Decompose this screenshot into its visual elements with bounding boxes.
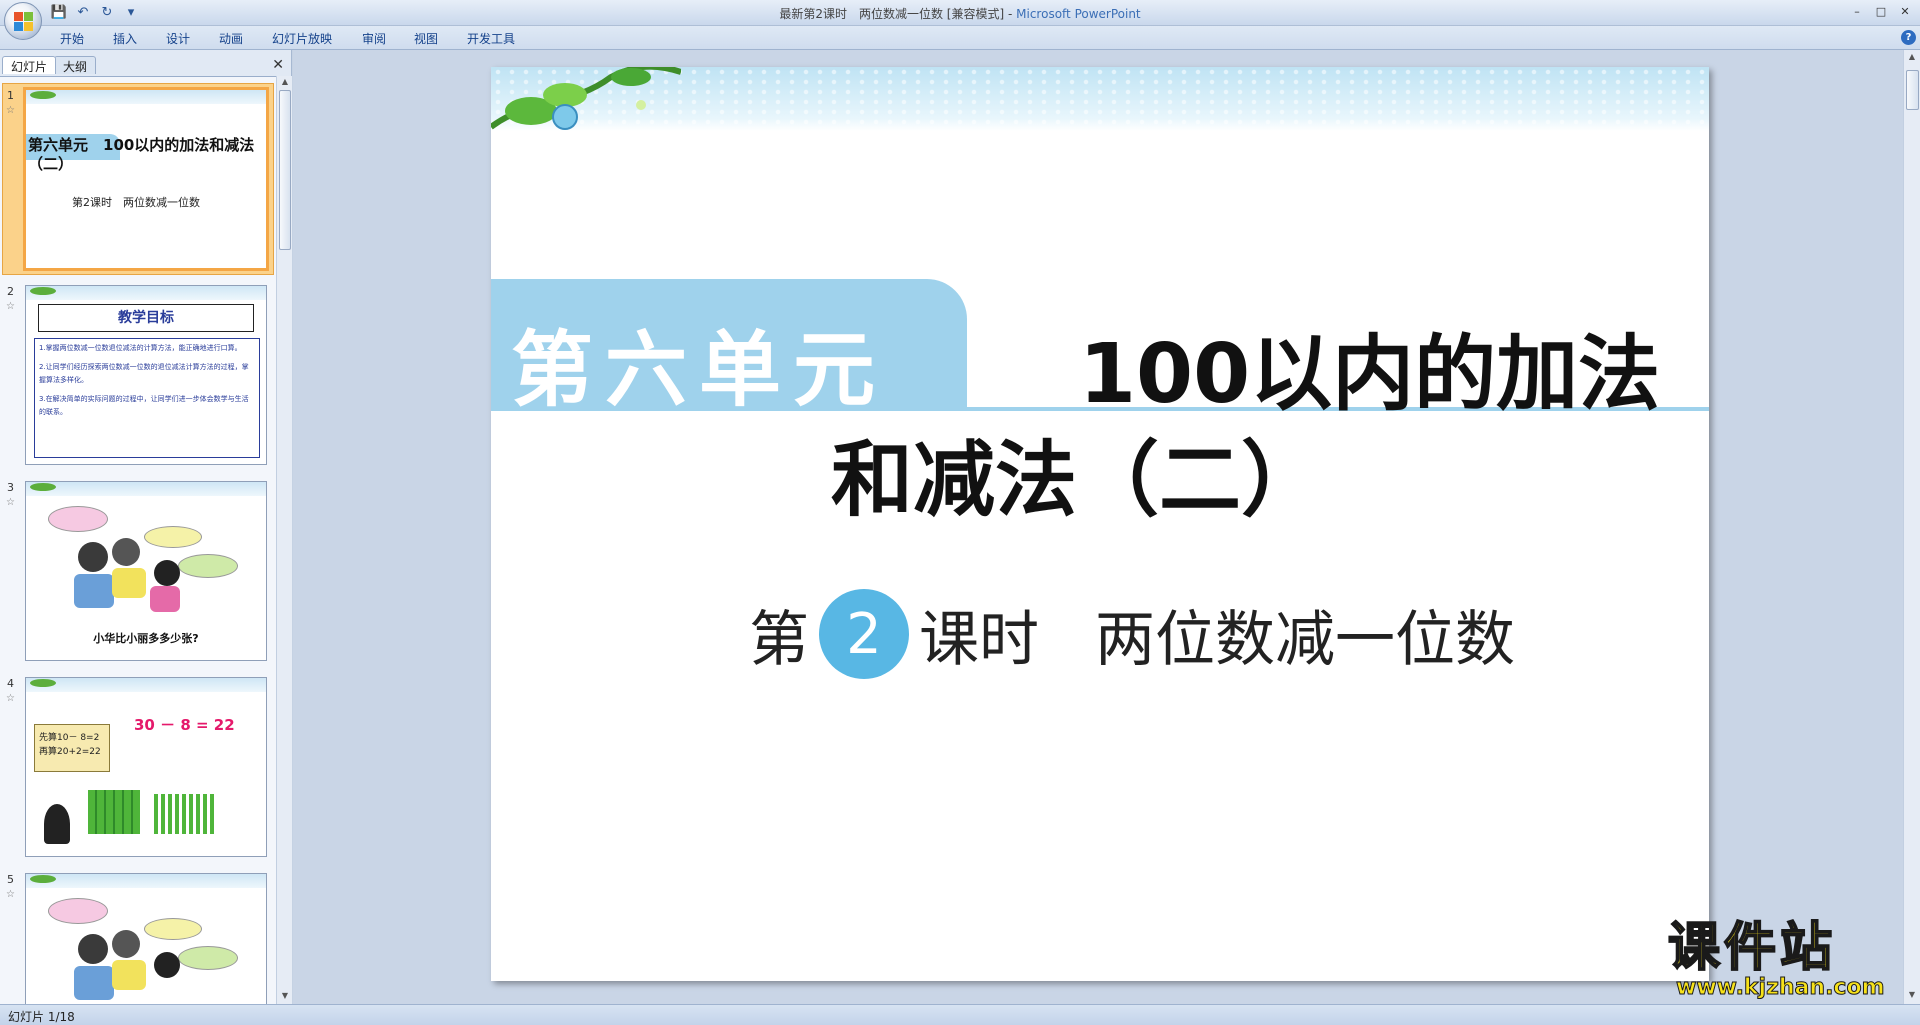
child-figure <box>78 934 108 964</box>
slide-preview: 30 － 8 = 22 先算10－ 8=2 再算20+2=22 <box>25 677 267 857</box>
status-bar: 幻灯片 1/18 <box>0 1004 1920 1025</box>
slide-editing-area: 第六单元 100以内的加法 和减法（二） 第 2 课时 两位数减一位数 ▲ ▼ <box>293 50 1920 1004</box>
animation-star-icon: ☆ <box>6 693 15 704</box>
pane-tabs: 幻灯片 大纲 ✕ <box>0 54 292 74</box>
office-button[interactable] <box>4 2 42 40</box>
tab-insert[interactable]: 插入 <box>113 30 137 47</box>
leaf-icon <box>30 679 56 687</box>
watermark-url: www.kjzhan.com <box>1676 975 1886 1000</box>
tab-slide-show[interactable]: 幻灯片放映 <box>272 30 332 47</box>
minimize-button[interactable]: – <box>1846 2 1868 20</box>
tab-home[interactable]: 开始 <box>60 30 84 47</box>
title-bar: 💾 ↶ ↻ ▾ 最新第2课时 两位数减一位数 [兼容模式] - Microsof… <box>0 0 1920 26</box>
close-icon[interactable]: ✕ <box>272 57 284 73</box>
speech-bubble <box>48 898 108 924</box>
scroll-up-icon[interactable]: ▲ <box>1906 52 1918 64</box>
animation-star-icon: ☆ <box>6 301 15 312</box>
slide-title-line-1[interactable]: 100以内的加法 <box>1079 307 1660 426</box>
lesson-subtitle[interactable]: 第 2 课时 两位数减一位数 <box>749 589 1515 679</box>
lesson-prefix: 第 <box>749 604 809 675</box>
bundled-sticks <box>88 790 140 834</box>
leaf-icon <box>30 875 56 883</box>
vine-leaf-decoration <box>491 67 681 130</box>
teacher-figure <box>44 804 70 844</box>
scroll-thumb[interactable] <box>279 90 291 250</box>
slide-preview <box>25 873 267 1004</box>
window-title: 最新第2课时 两位数减一位数 [兼容模式] - Microsoft PowerP… <box>0 5 1920 22</box>
speech-bubble <box>178 946 238 970</box>
watermark-cn: 课件站 <box>1667 918 1837 978</box>
child-figure <box>112 538 140 566</box>
thumb-title: 第六单元 100以内的加法和减法（二） <box>28 136 255 173</box>
leaf-icon <box>30 287 56 295</box>
leaf-icon <box>30 483 56 491</box>
slide-number: 3 <box>7 481 14 494</box>
lesson-topic: 两位数减一位数 <box>1095 604 1515 675</box>
animation-star-icon: ☆ <box>6 105 15 116</box>
child-figure <box>154 560 180 586</box>
thumb-title: 教学目标 <box>38 304 254 332</box>
slide-preview: 教学目标 1.掌握两位数减一位数退位减法的计算方法，能正确地进行口算。 2.让同… <box>25 285 267 465</box>
slide-number: 5 <box>7 873 14 886</box>
tab-slides[interactable]: 幻灯片 <box>2 56 57 74</box>
lesson-number-badge: 2 <box>819 589 909 679</box>
thumb-equation: 30 － 8 = 22 <box>134 716 235 734</box>
slide-preview: 第六单元 100以内的加法和减法（二） 第2课时 两位数减一位数 <box>23 87 269 271</box>
tab-outline[interactable]: 大纲 <box>54 56 97 74</box>
scroll-up-icon[interactable]: ▲ <box>279 77 291 89</box>
speech-bubble <box>144 918 202 940</box>
tab-design[interactable]: 设计 <box>166 30 190 47</box>
workspace-scrollbar[interactable]: ▲ ▼ <box>1903 50 1920 1004</box>
tab-view[interactable]: 视图 <box>414 30 438 47</box>
tab-review[interactable]: 审阅 <box>362 30 386 47</box>
tab-developer[interactable]: 开发工具 <box>467 30 515 47</box>
unit-label[interactable]: 第六单元 <box>511 303 887 422</box>
slide-number: 4 <box>7 677 14 690</box>
slide-preview: 小华比小丽多多少张? <box>25 481 267 661</box>
slides-pane: 幻灯片 大纲 ✕ 1 ☆ 第六单元 100以内的加法和减法（二） 第2课时 两位… <box>0 50 292 1004</box>
next-slide-icon[interactable]: ▼ <box>1906 990 1918 1002</box>
maximize-button[interactable]: □ <box>1870 2 1892 20</box>
ribbon-tab-bar: 开始 插入 设计 动画 幻灯片放映 审阅 视图 开发工具 ? <box>0 26 1920 50</box>
thumb-caption: 小华比小丽多多少张? <box>93 632 199 645</box>
slide-number: 1 <box>7 89 14 102</box>
child-figure <box>154 952 180 978</box>
speech-bubble <box>144 526 202 548</box>
speech-bubble <box>178 554 238 578</box>
animation-star-icon: ☆ <box>6 497 15 508</box>
slide-counter: 幻灯片 1/18 <box>8 1010 75 1024</box>
hint-scroll: 先算10－ 8=2 再算20+2=22 <box>34 724 110 772</box>
child-figure <box>112 930 140 958</box>
slide-title-line-2[interactable]: 和减法（二） <box>831 413 1323 532</box>
child-figure <box>78 542 108 572</box>
app-name: Microsoft PowerPoint <box>1016 7 1141 21</box>
site-watermark: 课件站 www.kjzhan.com <box>1667 918 1904 1004</box>
close-button[interactable]: ✕ <box>1894 2 1916 20</box>
thumb-subtitle: 第2课时 两位数减一位数 <box>72 196 200 209</box>
thumb-goals: 1.掌握两位数减一位数退位减法的计算方法，能正确地进行口算。 2.让同学们经历探… <box>34 338 260 458</box>
current-slide[interactable]: 第六单元 100以内的加法 和减法（二） 第 2 课时 两位数减一位数 <box>491 67 1709 981</box>
lesson-suffix: 课时 <box>919 604 1039 675</box>
thumbnail-scrollbar[interactable]: ▲ ▼ <box>276 76 292 1004</box>
window-controls: – □ ✕ <box>1846 2 1916 20</box>
document-title: 最新第2课时 两位数减一位数 [兼容模式] - <box>779 7 1017 21</box>
tab-animations[interactable]: 动画 <box>219 30 243 47</box>
speech-bubble <box>48 506 108 532</box>
office-logo-icon <box>14 12 34 32</box>
help-icon[interactable]: ? <box>1901 30 1916 45</box>
loose-sticks <box>154 794 214 834</box>
animation-star-icon: ☆ <box>6 889 15 900</box>
slide-number: 2 <box>7 285 14 298</box>
leaf-icon <box>30 91 56 99</box>
scroll-down-icon[interactable]: ▼ <box>279 991 291 1003</box>
thumbnail-list: 1 ☆ 第六单元 100以内的加法和减法（二） 第2课时 两位数减一位数 2 ☆… <box>0 76 276 1004</box>
scroll-thumb[interactable] <box>1906 70 1919 110</box>
